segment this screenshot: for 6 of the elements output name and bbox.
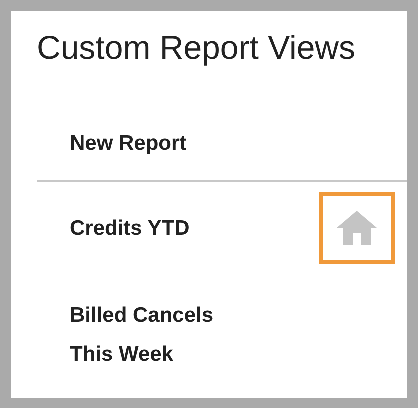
report-link[interactable]: Billed Cancels This Week bbox=[70, 296, 240, 374]
home-icon bbox=[337, 211, 377, 245]
panel-title: Custom Report Views bbox=[37, 28, 356, 68]
report-link[interactable]: Credits YTD bbox=[70, 208, 240, 248]
report-link[interactable]: New Report bbox=[70, 124, 240, 162]
home-button[interactable] bbox=[319, 192, 395, 264]
